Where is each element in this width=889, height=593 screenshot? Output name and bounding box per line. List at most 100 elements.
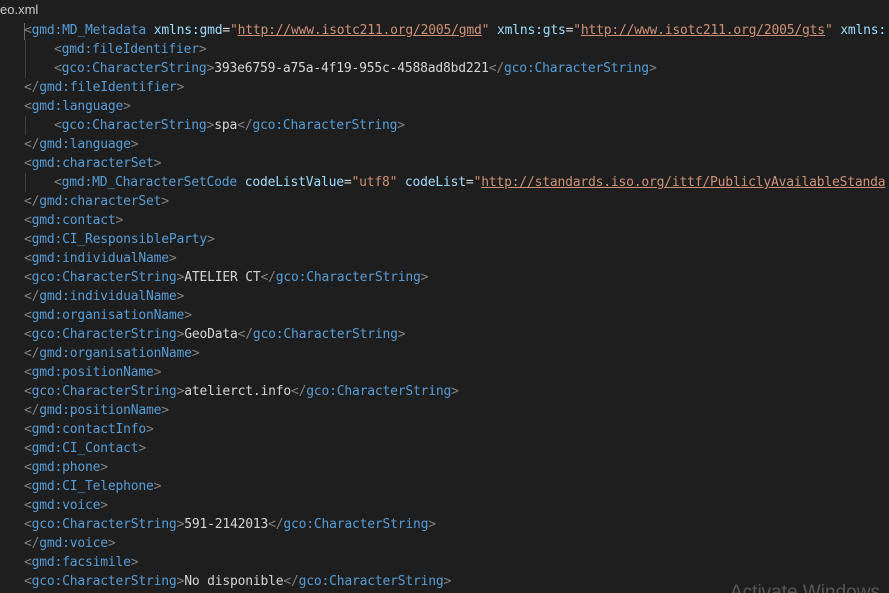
xml-bracket: > bbox=[176, 289, 185, 304]
xml-attribute-name: xmlns:gts bbox=[496, 23, 566, 38]
code-line[interactable]: </gmd:individualName> bbox=[24, 287, 184, 306]
xml-bracket: > bbox=[115, 213, 124, 228]
xml-equals: = bbox=[343, 175, 352, 190]
xml-text-content bbox=[397, 175, 405, 190]
xml-bracket: < bbox=[24, 327, 32, 342]
code-line[interactable]: </gmd:voice> bbox=[24, 534, 116, 553]
xml-bracket: > bbox=[428, 517, 436, 532]
xml-bracket: > bbox=[443, 574, 452, 589]
code-line[interactable]: </gmd:characterSet> bbox=[24, 192, 169, 211]
xml-tag-name: gco:CharacterString bbox=[31, 384, 177, 399]
code-line[interactable]: <gmd:fileIdentifier> bbox=[54, 40, 207, 59]
code-line[interactable]: <gmd:language> bbox=[24, 97, 131, 116]
file-tab-title[interactable]: eo.xml bbox=[0, 1, 38, 19]
xml-tag-name: gmd:characterSet bbox=[39, 194, 162, 209]
xml-bracket: > bbox=[153, 365, 162, 380]
code-line[interactable]: </gmd:positionName> bbox=[24, 401, 169, 420]
xml-tag-name: gmd:positionName bbox=[31, 365, 154, 380]
xml-tag-name: gmd:fileIdentifier bbox=[61, 42, 199, 57]
code-line[interactable]: <gco:CharacterString>No disponible</gco:… bbox=[24, 572, 451, 591]
code-line[interactable]: </gmd:organisationName> bbox=[24, 344, 200, 363]
xml-bracket: < bbox=[24, 555, 32, 570]
xml-tag-name: gmd:contactInfo bbox=[31, 422, 147, 437]
xml-text-content: No disponible bbox=[184, 574, 284, 589]
code-line[interactable]: <gmd:CI_Contact> bbox=[24, 439, 146, 458]
code-line[interactable]: </gmd:fileIdentifier> bbox=[24, 78, 184, 97]
code-line[interactable]: <gco:CharacterString>spa</gco:CharacterS… bbox=[54, 116, 405, 135]
xml-bracket: < bbox=[24, 270, 32, 285]
indent-guide bbox=[25, 116, 26, 135]
xml-bracket: < bbox=[24, 574, 32, 589]
code-line[interactable]: <gmd:MD_CharacterSetCode codeListValue="… bbox=[54, 173, 886, 192]
code-line[interactable]: <gco:CharacterString>393e6759-a75a-4f19-… bbox=[54, 59, 657, 78]
xml-tag-name: gmd:individualName bbox=[39, 289, 177, 304]
code-line[interactable]: <gmd:individualName> bbox=[24, 249, 177, 268]
xml-bracket: > bbox=[138, 441, 147, 456]
xml-bracket: > bbox=[130, 137, 139, 152]
xml-attribute-value: " bbox=[824, 23, 833, 38]
xml-tag-name: gco:CharacterString bbox=[31, 517, 177, 532]
code-line[interactable]: <gmd:contact> bbox=[24, 211, 123, 230]
xml-tag-name: gmd:CI_Contact bbox=[31, 441, 139, 456]
xml-equals: = bbox=[222, 23, 230, 38]
xml-tag-name: gmd:CI_ResponsibleParty bbox=[31, 232, 208, 247]
xml-bracket: > bbox=[168, 251, 177, 266]
code-line[interactable]: <gco:CharacterString>ATELIER CT</gco:Cha… bbox=[24, 268, 429, 287]
code-line[interactable]: <gmd:CI_Telephone> bbox=[24, 477, 162, 496]
code-line[interactable]: <gmd:organisationName> bbox=[24, 306, 192, 325]
xml-tag-name: gco:CharacterString bbox=[504, 61, 649, 76]
code-line[interactable]: <gmd:voice> bbox=[24, 496, 108, 515]
xml-text-content bbox=[489, 23, 497, 38]
xml-bracket: > bbox=[397, 118, 405, 133]
xml-tag-name: gmd:facsimile bbox=[31, 555, 131, 570]
code-line[interactable]: <gmd:positionName> bbox=[24, 363, 162, 382]
xml-attribute-name: codeListValue bbox=[244, 175, 344, 190]
xml-bracket: < bbox=[24, 517, 32, 532]
url-link[interactable]: http://standards.iso.org/ittf/PubliclyAv… bbox=[481, 175, 885, 190]
xml-bracket: < bbox=[24, 308, 32, 323]
xml-text-content bbox=[237, 175, 245, 190]
xml-bracket: < bbox=[54, 61, 62, 76]
xml-bracket: > bbox=[123, 99, 131, 114]
code-line[interactable]: <gmd:characterSet> bbox=[24, 154, 162, 173]
xml-bracket: </ bbox=[237, 327, 253, 342]
code-line[interactable]: <gco:CharacterString>591-2142013</gco:Ch… bbox=[24, 515, 436, 534]
xml-bracket: > bbox=[153, 156, 162, 171]
xml-tag-name: gmd:phone bbox=[31, 460, 101, 475]
xml-bracket: < bbox=[24, 384, 32, 399]
xml-tag-name: gmd:organisationName bbox=[39, 346, 192, 361]
xml-bracket: < bbox=[24, 99, 32, 114]
url-link[interactable]: http://www.isotc211.org/2005/gmd bbox=[238, 23, 482, 38]
xml-attribute-value: "utf8" bbox=[351, 175, 398, 190]
xml-bracket: </ bbox=[260, 270, 276, 285]
code-editor[interactable]: <gmd:MD_Metadata xmlns:gmd="http://www.i… bbox=[0, 21, 889, 593]
xml-tag-name: gco:CharacterString bbox=[252, 118, 398, 133]
xml-tag-name: gco:CharacterString bbox=[252, 327, 398, 342]
xml-tag-name: gmd:individualName bbox=[31, 251, 169, 266]
xml-bracket: > bbox=[176, 80, 185, 95]
xml-attribute-name: xmlns: bbox=[840, 23, 886, 38]
xml-bracket: > bbox=[161, 194, 169, 209]
url-link[interactable]: http://www.isotc211.org/2005/gts bbox=[581, 23, 825, 38]
code-line[interactable]: <gmd:contactInfo> bbox=[24, 420, 154, 439]
xml-text-content: GeoData bbox=[184, 327, 238, 342]
xml-bracket: > bbox=[420, 270, 429, 285]
xml-bracket: </ bbox=[24, 289, 40, 304]
code-line[interactable]: </gmd:language> bbox=[24, 135, 139, 154]
xml-bracket: < bbox=[24, 23, 32, 38]
xml-bracket: > bbox=[107, 536, 116, 551]
xml-bracket: > bbox=[397, 327, 406, 342]
xml-bracket: < bbox=[54, 118, 62, 133]
xml-bracket: > bbox=[100, 460, 108, 475]
code-line[interactable]: <gmd:CI_ResponsibleParty> bbox=[24, 230, 215, 249]
code-line[interactable]: <gmd:phone> bbox=[24, 458, 108, 477]
xml-tag-name: gco:CharacterString bbox=[31, 327, 177, 342]
code-line[interactable]: <gmd:MD_Metadata xmlns:gmd="http://www.i… bbox=[24, 21, 886, 40]
xml-bracket: </ bbox=[290, 384, 307, 399]
activation-watermark: Activate Windows bbox=[730, 582, 880, 593]
code-line[interactable]: <gmd:facsimile> bbox=[24, 553, 139, 572]
xml-bracket: </ bbox=[283, 574, 299, 589]
xml-tag-name: gmd:positionName bbox=[39, 403, 162, 418]
code-line[interactable]: <gco:CharacterString>GeoData</gco:Charac… bbox=[24, 325, 406, 344]
code-line[interactable]: <gco:CharacterString>atelierct.info</gco… bbox=[24, 382, 459, 401]
